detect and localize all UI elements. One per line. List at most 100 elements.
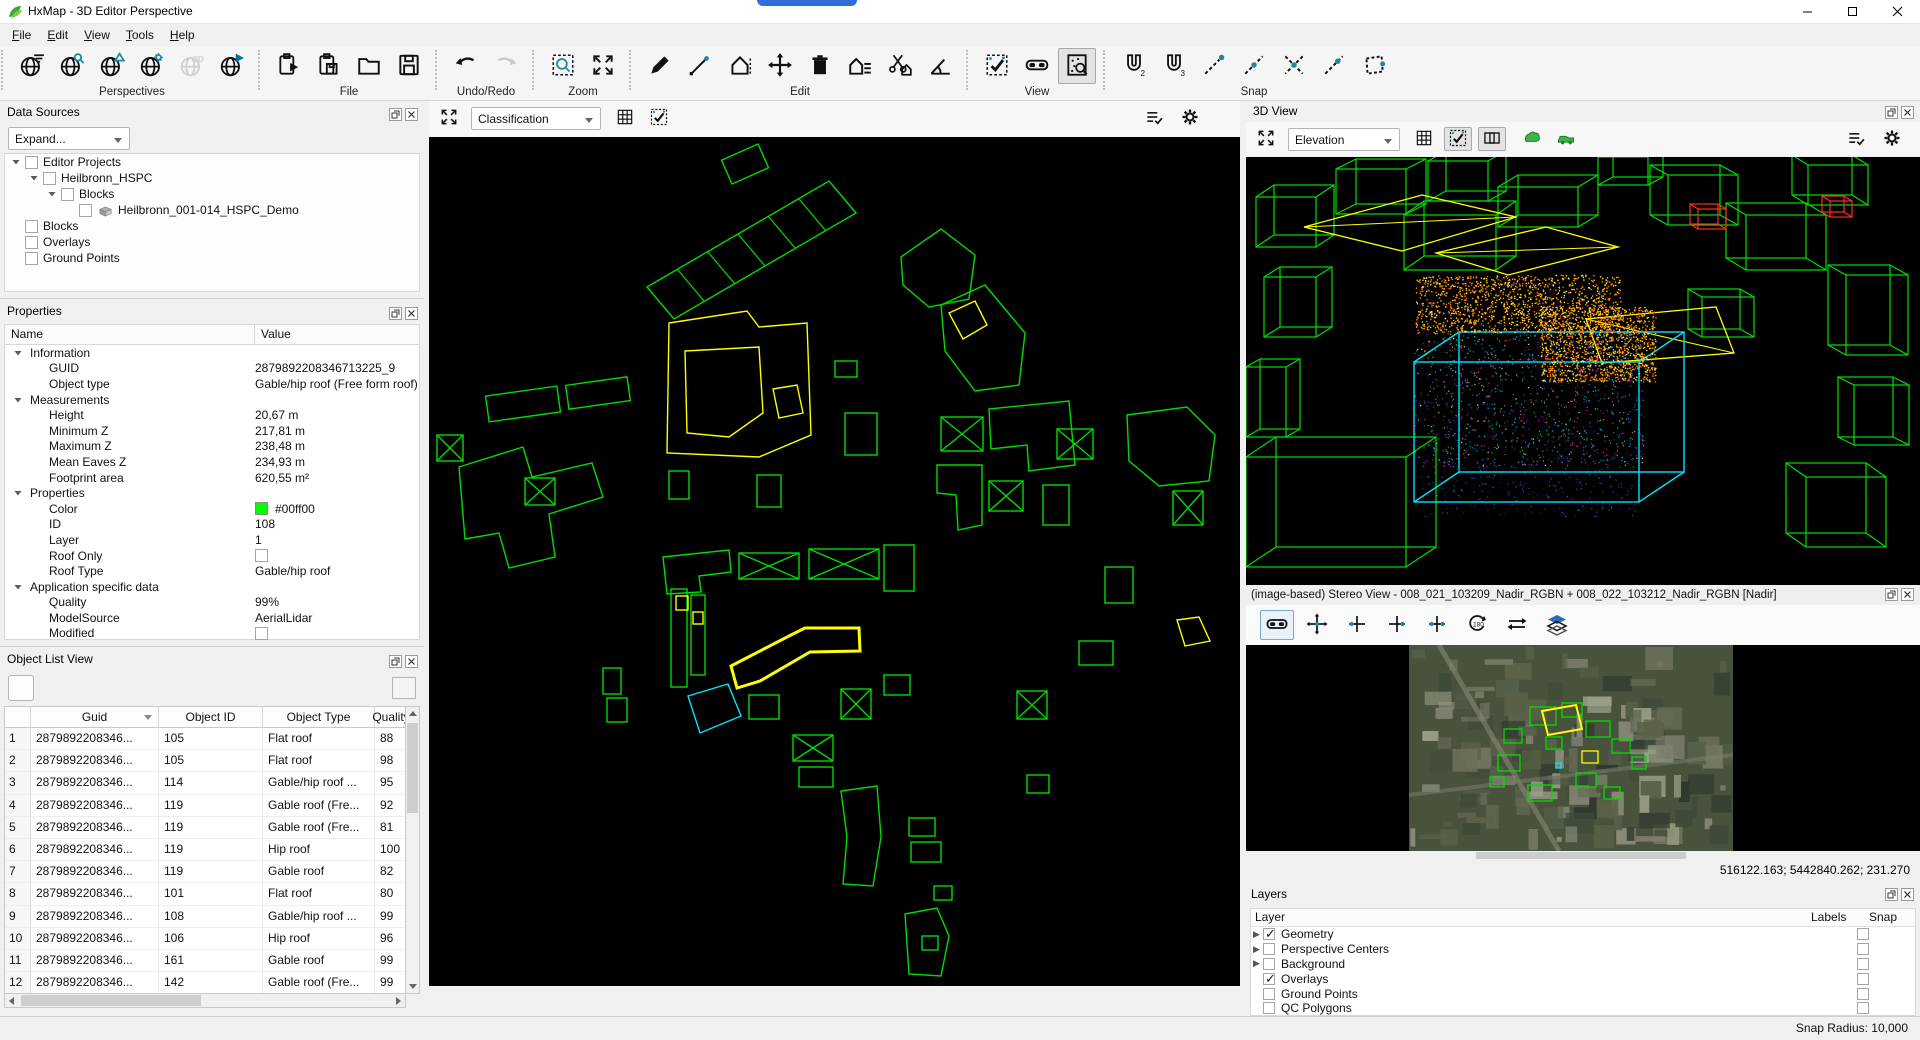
zoom-fit-3d-button[interactable] xyxy=(1252,127,1280,151)
layers-col-snap[interactable]: Snap xyxy=(1867,909,1915,926)
attribute-table-3d-button[interactable] xyxy=(1410,127,1438,151)
snap-midpoint-button[interactable] xyxy=(1235,48,1273,84)
save-all-button[interactable] xyxy=(390,48,428,84)
layer-row-perspective-centers[interactable]: ▶ Perspective Centers xyxy=(1251,942,1915,957)
collapse-icon[interactable] xyxy=(13,488,23,498)
open-folder-button[interactable] xyxy=(350,48,388,84)
settings-3d-button[interactable] xyxy=(1878,127,1906,151)
object-row-7[interactable]: 7 2879892208346... 119 Gable roof 82 xyxy=(5,861,405,883)
collapse-icon[interactable] xyxy=(13,582,23,592)
move-right-image-button[interactable] xyxy=(1380,610,1414,640)
expand-dropdown[interactable]: Expand... xyxy=(8,127,130,150)
property-row-layer[interactable]: Layer1 xyxy=(5,532,419,548)
properties-col-value[interactable]: Value xyxy=(255,325,297,344)
col-object-type[interactable]: Object Type xyxy=(263,707,375,727)
float-panel-icon[interactable] xyxy=(1885,588,1898,601)
close-panel-icon[interactable] xyxy=(405,106,418,119)
property-row-minimum-z[interactable]: Minimum Z217,81 m xyxy=(5,423,419,439)
view-options-3d-button[interactable] xyxy=(1842,127,1870,151)
move-both-images-button[interactable] xyxy=(1420,610,1454,640)
menu-view[interactable]: View xyxy=(76,25,118,45)
display-mode-dropdown-2d[interactable]: Classification xyxy=(471,107,601,130)
import-block-button[interactable] xyxy=(270,48,308,84)
layer-checkbox[interactable] xyxy=(1263,958,1275,970)
layer-expand-icon[interactable]: ▶ xyxy=(1251,944,1263,955)
layer-row-ground-points[interactable]: Ground Points xyxy=(1251,986,1915,1001)
snap-endpoint-button[interactable] xyxy=(1195,48,1233,84)
object-row-6[interactable]: 6 2879892208346... 119 Hip roof 100 xyxy=(5,839,405,861)
object-row-2[interactable]: 2 2879892208346... 105 Flat roof 98 xyxy=(5,750,405,772)
tree-item-ground-points[interactable]: Ground Points xyxy=(5,250,419,266)
mesh-model-button[interactable] xyxy=(1518,127,1546,151)
object-row-11[interactable]: 11 2879892208346... 161 Gable roof 99 xyxy=(5,950,405,972)
redo-button[interactable] xyxy=(487,48,525,84)
property-row-guid[interactable]: GUID2879892208346713225_9 xyxy=(5,361,419,377)
snap-2-points-button[interactable]: 2 xyxy=(1115,48,1153,84)
object-row-10[interactable]: 10 2879892208346... 106 Hip roof 96 xyxy=(5,928,405,950)
property-row-roof-only[interactable]: Roof Only xyxy=(5,548,419,564)
collapse-icon[interactable] xyxy=(13,348,23,358)
close-panel-icon[interactable] xyxy=(405,305,418,318)
tree-checkbox[interactable] xyxy=(25,252,38,265)
layer-row-qc-polygons[interactable]: QC Polygons xyxy=(1251,1001,1915,1016)
layers-col-layer[interactable]: Layer xyxy=(1251,909,1809,926)
stereo-glasses-button[interactable] xyxy=(1260,610,1294,640)
classification-display-3d-button[interactable] xyxy=(1444,127,1472,151)
tree-checkbox[interactable] xyxy=(25,236,38,249)
labels-checkbox[interactable] xyxy=(1857,943,1869,955)
tree-expand-icon[interactable] xyxy=(29,173,39,183)
close-button[interactable] xyxy=(1875,0,1920,23)
object-row-5[interactable]: 5 2879892208346... 119 Gable roof (Fre..… xyxy=(5,817,405,839)
map-2d-view[interactable] xyxy=(429,137,1240,986)
labels-checkbox[interactable] xyxy=(1857,928,1869,940)
globe-search-button[interactable] xyxy=(53,48,91,84)
tree-checkbox[interactable] xyxy=(43,172,56,185)
layer-row-geometry[interactable]: ▶ Geometry xyxy=(1251,927,1915,942)
menu-tools[interactable]: Tools xyxy=(118,25,162,45)
property-row-properties[interactable]: Properties xyxy=(5,485,419,501)
cut-object-button[interactable] xyxy=(881,48,919,84)
float-panel-icon[interactable] xyxy=(389,305,402,318)
stereo-hscrollbar[interactable] xyxy=(1246,851,1920,861)
swap-views-button[interactable] xyxy=(1500,610,1534,640)
globe-3d-button[interactable]: 3D xyxy=(173,48,211,84)
tree-expand-icon[interactable] xyxy=(11,157,21,167)
tree-item-heilbronn-hspc[interactable]: Heilbronn_HSPC xyxy=(5,170,419,186)
menu-file[interactable]: File xyxy=(4,25,39,45)
float-panel-icon[interactable] xyxy=(1885,887,1898,900)
snap-perimeter-button[interactable] xyxy=(1355,48,1393,84)
tree-checkbox[interactable] xyxy=(25,156,38,169)
object-table-vscrollbar[interactable] xyxy=(406,706,420,994)
layer-checkbox[interactable] xyxy=(1263,928,1275,940)
object-row-12[interactable]: 12 2879892208346... 142 Gable roof (Fre.… xyxy=(5,972,405,994)
zoom-fit-2d-button[interactable] xyxy=(435,106,463,130)
tree-item-blocks[interactable]: Blocks xyxy=(5,186,419,202)
snap-3-points-button[interactable]: 3 xyxy=(1155,48,1193,84)
table-settings-button[interactable] xyxy=(392,677,416,699)
col-guid[interactable]: Guid xyxy=(31,707,159,727)
col-index[interactable] xyxy=(5,707,31,727)
property-row-modelsource[interactable]: ModelSourceAerialLidar xyxy=(5,610,419,626)
zoom-window-button[interactable] xyxy=(544,48,582,84)
object-row-4[interactable]: 4 2879892208346... 119 Gable roof (Fre..… xyxy=(5,795,405,817)
object-row-1[interactable]: 1 2879892208346... 105 Flat roof 88 xyxy=(5,728,405,750)
tree-expand-icon[interactable] xyxy=(47,189,57,199)
collapse-icon[interactable] xyxy=(13,395,23,405)
object-row-3[interactable]: 3 2879892208346... 114 Gable/hip roof ..… xyxy=(5,772,405,794)
close-panel-icon[interactable] xyxy=(1901,887,1914,900)
view-options-2d-button[interactable] xyxy=(1140,106,1168,130)
property-row-color[interactable]: Color#00ff00 xyxy=(5,501,419,517)
move-left-image-button[interactable] xyxy=(1340,610,1374,640)
tree-checkbox[interactable] xyxy=(25,220,38,233)
labels-checkbox[interactable] xyxy=(1857,988,1869,1000)
property-checkbox[interactable] xyxy=(255,627,268,640)
layer-checkbox[interactable] xyxy=(1263,943,1275,955)
globe-filter-button[interactable] xyxy=(13,48,51,84)
image-view-button[interactable] xyxy=(1058,48,1096,84)
menu-edit[interactable]: Edit xyxy=(39,25,76,45)
property-checkbox[interactable] xyxy=(255,549,268,562)
tree-checkbox[interactable] xyxy=(61,188,74,201)
property-row-footprint-area[interactable]: Footprint area620,55 m² xyxy=(5,470,419,486)
tree-item-overlays[interactable]: Overlays xyxy=(5,234,419,250)
maximize-button[interactable] xyxy=(1830,0,1875,23)
